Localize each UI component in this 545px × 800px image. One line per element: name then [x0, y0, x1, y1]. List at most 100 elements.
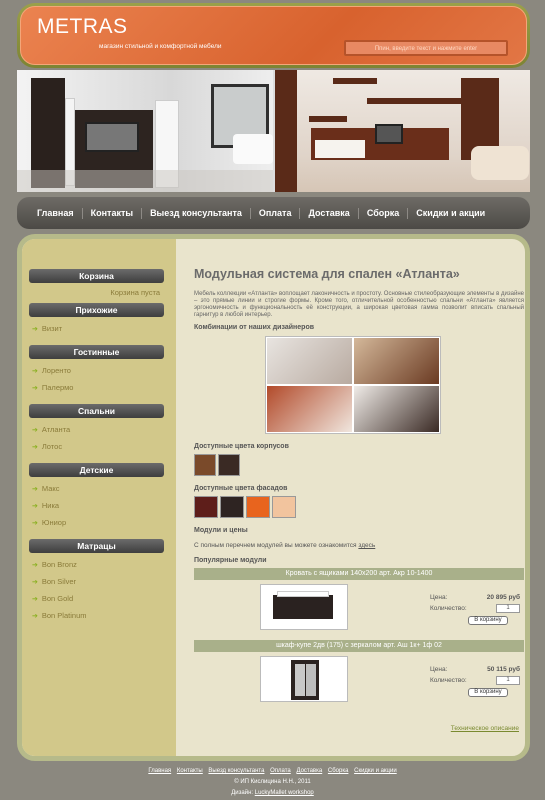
footer-link[interactable]: Скидки и акции: [354, 768, 397, 774]
sidebar-heading-hallways: Прихожие: [29, 303, 164, 317]
footer-link[interactable]: Выезд консультанта: [208, 768, 264, 774]
footer-link[interactable]: Сборка: [328, 768, 349, 774]
product-row: Цена: 20 895 руб Количество: 1 В корзину: [194, 582, 524, 634]
nav-contacts[interactable]: Контакты: [81, 207, 141, 219]
sidebar-item[interactable]: ➔ Визит: [32, 322, 176, 339]
banner-image: [17, 70, 530, 192]
main-nav: Главная Контакты Выезд консультанта Опла…: [17, 197, 530, 229]
quantity-input[interactable]: 1: [496, 676, 520, 685]
sidebar-list-living-rooms: ➔ Лоренто ➔ Палермо: [22, 359, 176, 404]
body-colors: [194, 454, 524, 476]
product-title-bar[interactable]: шкаф-купе 2дв (175) с зеркалом арт. Аш 1…: [194, 640, 524, 652]
sidebar-list-bedrooms: ➔ Атланта ➔ Лотос: [22, 418, 176, 463]
nav-payment[interactable]: Оплата: [249, 207, 300, 219]
product-title-bar[interactable]: Кровать с ящиками 140х200 арт. Акр 10-14…: [194, 568, 524, 580]
product-info: Цена: 50 115 руб Количество: 1 В корзину: [430, 664, 520, 697]
sidebar-item[interactable]: ➔ Лоренто: [32, 364, 176, 381]
combinations-heading: Комбинации от наших дизайнеров: [194, 324, 315, 331]
site-logo[interactable]: METRAS: [37, 15, 128, 39]
sidebar-item[interactable]: ➔ Bon Platinum: [32, 609, 176, 626]
designer-link[interactable]: LuckyMallet workshop: [255, 790, 314, 796]
sidebar-item[interactable]: ➔ Юниор: [32, 516, 176, 533]
cart-heading: Корзина: [29, 269, 164, 283]
sidebar-heading-bedrooms: Спальни: [29, 404, 164, 418]
sidebar-item[interactable]: ➔ Атланта: [32, 423, 176, 440]
sidebar-item[interactable]: ➔ Bon Silver: [32, 575, 176, 592]
main-panel: Корзина Корзина пуста Прихожие ➔ Визит Го…: [17, 234, 530, 761]
arrow-icon: ➔: [32, 596, 38, 603]
nav-home[interactable]: Главная: [29, 208, 82, 219]
sidebar-item[interactable]: ➔ Ника: [32, 499, 176, 516]
arrow-icon: ➔: [32, 427, 38, 434]
header: METRAS магазин стильной и комфортной меб…: [17, 3, 530, 68]
full-list-link[interactable]: здесь: [358, 542, 375, 549]
page-title: Модульная система для спален «Атланта»: [194, 267, 460, 281]
sidebar-heading-mattresses: Матрацы: [29, 539, 164, 553]
tech-description-link[interactable]: Техническое описание: [451, 725, 519, 732]
full-list-text: С полным перечнем модулей вы можете озна…: [194, 542, 376, 549]
arrow-icon: ➔: [32, 385, 38, 392]
sidebar: Корзина Корзина пуста Прихожие ➔ Визит Го…: [22, 239, 176, 756]
sidebar-item[interactable]: ➔ Макс: [32, 482, 176, 499]
add-to-cart-button[interactable]: В корзину: [468, 616, 508, 625]
sidebar-item[interactable]: ➔ Палермо: [32, 381, 176, 398]
search-input[interactable]: Ппин, введите текст и нажмите enter: [344, 40, 508, 56]
arrow-icon: ➔: [32, 444, 38, 451]
gallery-thumb[interactable]: [354, 338, 439, 384]
color-swatch[interactable]: [220, 496, 244, 518]
product-image[interactable]: [260, 584, 348, 630]
gallery-thumb[interactable]: [267, 338, 352, 384]
color-swatch[interactable]: [194, 496, 218, 518]
footer-link[interactable]: Контакты: [177, 768, 203, 774]
color-swatch[interactable]: [246, 496, 270, 518]
arrow-icon: ➔: [32, 326, 38, 333]
popular-heading: Популярные модули: [194, 557, 267, 564]
sidebar-list-hallways: ➔ Визит: [22, 317, 176, 345]
footer-link[interactable]: Оплата: [270, 768, 291, 774]
page-description: Мебель коллекции «Атланта» воплощает лак…: [194, 291, 524, 318]
arrow-icon: ➔: [32, 613, 38, 620]
sidebar-heading-living-rooms: Гостинные: [29, 345, 164, 359]
product-info: Цена: 20 895 руб Количество: 1 В корзину: [430, 592, 520, 625]
arrow-icon: ➔: [32, 520, 38, 527]
color-swatch[interactable]: [194, 454, 216, 476]
combinations-gallery: [265, 336, 441, 434]
product-image[interactable]: [260, 656, 348, 702]
arrow-icon: ➔: [32, 368, 38, 375]
price-value: 20 895 руб: [486, 594, 520, 601]
price-value: 50 115 руб: [487, 666, 520, 673]
footer-design: Дизайн: LuckyMallet workshop: [231, 790, 314, 796]
nav-delivery[interactable]: Доставка: [299, 207, 357, 219]
nav-discounts[interactable]: Скидки и акции: [407, 207, 493, 219]
color-swatch[interactable]: [218, 454, 240, 476]
banner-living-room-left: [17, 70, 273, 192]
sidebar-item[interactable]: ➔ Лотос: [32, 440, 176, 457]
sidebar-item[interactable]: ➔ Bon Gold: [32, 592, 176, 609]
nav-consultant[interactable]: Выезд консультанта: [141, 207, 250, 219]
gallery-thumb[interactable]: [267, 386, 352, 432]
arrow-icon: ➔: [32, 503, 38, 510]
footer-link[interactable]: Главная: [148, 768, 171, 774]
arrow-icon: ➔: [32, 562, 38, 569]
body-colors-heading: Доступные цвета корпусов: [194, 443, 289, 450]
nav-assembly[interactable]: Сборка: [357, 207, 407, 219]
footer-copyright: © ИП Кислицина Н.Н., 2011: [234, 779, 311, 785]
facade-colors-heading: Доступные цвета фасадов: [194, 485, 288, 492]
arrow-icon: ➔: [32, 486, 38, 493]
footer-links: Главная Контакты Выезд консультанта Опла…: [0, 766, 545, 777]
color-swatch[interactable]: [272, 496, 296, 518]
quantity-label: Количество:: [430, 677, 467, 684]
add-to-cart-button[interactable]: В корзину: [468, 688, 508, 697]
product-row: Цена: 50 115 руб Количество: 1 В корзину: [194, 654, 524, 706]
sidebar-list-mattresses: ➔ Bon Bronz ➔ Bon Silver ➔ Bon Gold ➔ Bon Pl…: [22, 553, 176, 632]
gallery-thumb[interactable]: [354, 386, 439, 432]
footer-link[interactable]: Доставка: [296, 768, 322, 774]
quantity-input[interactable]: 1: [496, 604, 520, 613]
price-label: Цена:: [430, 666, 448, 673]
price-label: Цена:: [430, 594, 448, 601]
sidebar-heading-kids: Детские: [29, 463, 164, 477]
facade-colors: [194, 496, 524, 518]
sidebar-item[interactable]: ➔ Bon Bronz: [32, 558, 176, 575]
header-panel: METRAS магазин стильной и комфортной меб…: [20, 6, 527, 65]
footer: Главная Контакты Выезд консультанта Опла…: [0, 766, 545, 799]
